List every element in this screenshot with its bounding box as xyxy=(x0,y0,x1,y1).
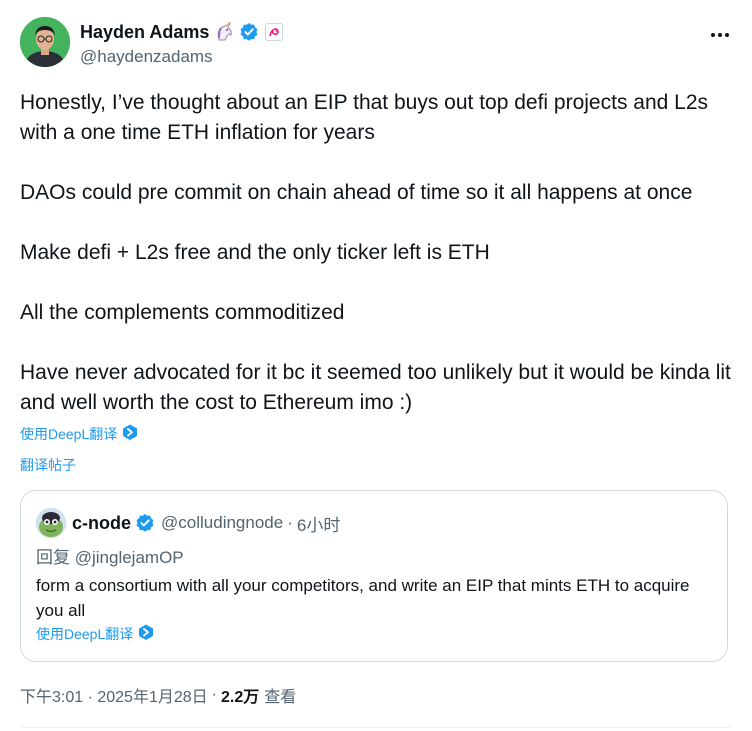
views-count[interactable]: 2.2万 xyxy=(221,683,259,707)
translate-post-link[interactable]: 翻译帖子 xyxy=(20,455,76,475)
more-dots-icon xyxy=(711,33,715,37)
unicorn-icon xyxy=(215,21,235,42)
post-paragraph: DAOs could pre commit on chain ahead of … xyxy=(20,181,693,204)
deepl-translate-link[interactable]: 使用DeepL翻译 xyxy=(20,424,138,444)
separator-dot: · xyxy=(211,686,217,703)
deepl-translate-label: 使用DeepL翻译 xyxy=(36,626,134,642)
deepl-icon xyxy=(138,624,154,644)
post-paragraph: Honestly, I’ve thought about an EIP that… xyxy=(20,91,709,144)
uniswap-affiliate-icon[interactable] xyxy=(265,23,284,41)
post-meta: 下午3:01 · 2025年1月28日 · 2.2万 查看 xyxy=(20,683,296,707)
separator-dot: · xyxy=(287,513,293,532)
quoted-post-header: c-node @colludingnode · 6小时 xyxy=(36,508,340,538)
deepl-icon xyxy=(122,424,138,444)
quoted-author-name[interactable]: c-node xyxy=(72,513,131,534)
author-avatar[interactable] xyxy=(20,17,70,67)
quoted-author-avatar[interactable] xyxy=(36,508,66,538)
quoted-post-time[interactable]: 6小时 xyxy=(297,511,340,536)
verified-badge-icon[interactable] xyxy=(135,513,155,533)
post-paragraph: Have never advocated for it bc it seemed… xyxy=(20,361,731,414)
author-display-name[interactable]: Hayden Adams xyxy=(80,22,209,43)
post-paragraph: All the complements commoditized xyxy=(20,301,345,324)
reply-to-label: 回复 @jinglejamOP xyxy=(36,548,184,567)
author-handle[interactable]: @haydenzadams xyxy=(80,47,283,67)
deepl-translate-label: 使用DeepL翻译 xyxy=(20,426,118,442)
divider xyxy=(20,727,732,728)
post-paragraph: Make defi + L2s free and the only ticker… xyxy=(20,241,490,264)
post-text: Honestly, I’ve thought about an EIP that… xyxy=(20,88,732,418)
author-names: Hayden Adams @haydenzadams xyxy=(80,19,284,67)
quoted-post-text: form a consortium with all your competit… xyxy=(36,576,690,620)
quoted-author-handle[interactable]: @colludingnode xyxy=(161,513,283,533)
verified-badge-icon[interactable] xyxy=(239,22,259,42)
post-header: Hayden Adams @haydenzadams xyxy=(20,17,732,71)
quoted-post[interactable]: c-node @colludingnode · 6小时 回复 @jingleja… xyxy=(20,490,728,662)
views-label: 查看 xyxy=(264,689,297,706)
post-timestamp[interactable]: 下午3:01 · 2025年1月28日 xyxy=(20,683,208,707)
quoted-deepl-translate-link[interactable]: 使用DeepL翻译 xyxy=(36,624,154,644)
more-options-button[interactable] xyxy=(708,23,732,47)
